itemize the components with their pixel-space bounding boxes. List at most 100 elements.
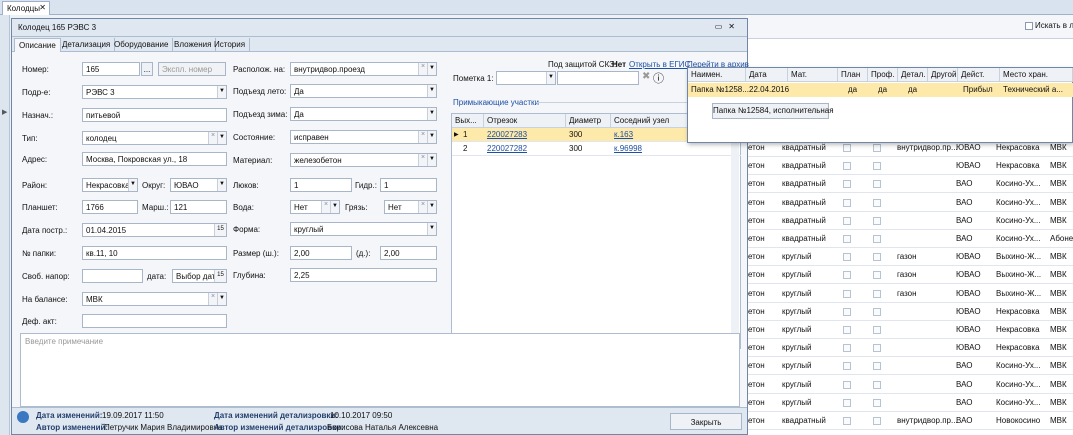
adres-field[interactable]: Москва, Покровская ул., 18: [82, 152, 227, 166]
row-checkbox[interactable]: [873, 144, 881, 152]
balance-select[interactable]: МВК × ▼: [82, 292, 227, 306]
chevron-down-icon[interactable]: ▼: [427, 63, 436, 75]
pop-col-plan[interactable]: План: [838, 68, 868, 82]
chevron-down-icon[interactable]: ▼: [427, 85, 436, 97]
gryazi-select[interactable]: Нет × ▼: [384, 200, 437, 214]
chevron-down-icon[interactable]: ▼: [427, 131, 436, 143]
row-checkbox[interactable]: [843, 417, 851, 425]
segment-link[interactable]: 220027283: [487, 130, 527, 139]
row-checkbox[interactable]: [873, 180, 881, 189]
chevron-down-icon[interactable]: ▼: [427, 201, 436, 213]
table-scrollbar[interactable]: [731, 128, 739, 348]
pop-col-act[interactable]: Дейст.: [958, 68, 1000, 82]
papka-field[interactable]: кв.11, 10: [82, 246, 227, 260]
row-checkbox[interactable]: [843, 162, 851, 171]
razmer-d-field[interactable]: 2,00: [380, 246, 437, 260]
raion-select[interactable]: Некрасовка ▼: [82, 178, 138, 192]
maximize-icon[interactable]: ▭: [715, 22, 729, 31]
tab-2[interactable]: Оборудование: [110, 38, 174, 52]
table-row[interactable]: етон круглый газон ЮВАО Выхино-Ж... МВК: [746, 285, 1073, 303]
expl-number-field[interactable]: Экспл. номер: [158, 62, 226, 76]
raspol-select[interactable]: внутридвор.проезд × ▼: [290, 62, 437, 76]
row-checkbox[interactable]: [873, 235, 881, 243]
row-checkbox[interactable]: [873, 398, 881, 407]
podr-select[interactable]: РЭВС 3 ▼: [82, 85, 227, 99]
chevron-down-icon[interactable]: ▼: [217, 86, 226, 98]
chevron-down-icon[interactable]: ▼: [330, 201, 339, 213]
chevron-down-icon[interactable]: ▼: [217, 132, 226, 144]
leto-select[interactable]: Да ▼: [290, 84, 437, 98]
chevron-down-icon[interactable]: ▼: [217, 293, 226, 305]
razmer-w-field[interactable]: 2,00: [290, 246, 352, 260]
neighbor-link[interactable]: к.96998: [614, 144, 642, 153]
row-checkbox[interactable]: [843, 289, 851, 298]
row-checkbox[interactable]: [873, 162, 881, 171]
row-checkbox[interactable]: [843, 198, 851, 207]
tab-4[interactable]: История: [210, 38, 251, 52]
row-checkbox[interactable]: [873, 216, 881, 225]
row-checkbox[interactable]: [843, 235, 851, 243]
row-checkbox[interactable]: [873, 326, 881, 334]
gidr-field[interactable]: 1: [380, 178, 437, 192]
row-checkbox[interactable]: [873, 198, 881, 207]
row-checkbox[interactable]: [843, 380, 851, 389]
col-header-diameter[interactable]: Диаметр: [566, 114, 611, 128]
chevron-down-icon[interactable]: ▼: [427, 223, 436, 235]
table-row[interactable]: етон квадратный ВАО Косино-Ух... Абоне: [746, 230, 1073, 248]
chevron-down-icon[interactable]: ▼: [546, 72, 555, 84]
row-checkbox[interactable]: [873, 344, 881, 353]
calendar-icon[interactable]: 15: [214, 224, 226, 236]
tab-1[interactable]: Детализация: [58, 38, 116, 52]
note-textarea[interactable]: Введите примечание: [20, 333, 740, 407]
table-row[interactable]: етон круглый газон ЮВАО Выхино-Ж... МВК: [746, 248, 1073, 267]
search-in-list-checkbox[interactable]: [1025, 22, 1033, 30]
napor-field[interactable]: [82, 269, 143, 283]
row-checkbox[interactable]: [873, 271, 881, 280]
table-row[interactable]: етон квадратный ВАО Косино-Ух... МВК: [746, 212, 1073, 230]
row-checkbox[interactable]: [843, 144, 851, 152]
calendar-icon[interactable]: 15: [214, 270, 226, 282]
chevron-down-icon[interactable]: ▼: [128, 179, 137, 191]
pop-col-prof[interactable]: Проф.: [868, 68, 898, 82]
naznach-field[interactable]: питьевой: [82, 108, 227, 122]
nomer-browse-button[interactable]: ...: [141, 62, 153, 76]
mat-select[interactable]: железобетон × ▼: [290, 153, 437, 167]
table-row[interactable]: етон круглый ЮВАО Некрасовка МВК: [746, 303, 1073, 321]
tab-0[interactable]: Описание: [14, 38, 61, 52]
planshet-field[interactable]: 1766: [82, 200, 138, 214]
defakt-field[interactable]: [82, 314, 227, 328]
table-row[interactable]: етон квадратный внутридвор.пр... ВАО Новокос…: [746, 412, 1073, 430]
table-row[interactable]: етон круглый ВАО Косино-Ух... МВК: [746, 376, 1073, 394]
okrug-select[interactable]: ЮВАО ▼: [170, 178, 227, 192]
clear-icon[interactable]: ×: [418, 131, 427, 143]
table-row[interactable]: етон квадратный ЮВАО Некрасовка МВК: [746, 157, 1073, 176]
chevron-down-icon[interactable]: ▼: [427, 154, 436, 166]
clear-icon[interactable]: ×: [418, 201, 427, 213]
segment-link[interactable]: 220027282: [487, 144, 527, 153]
pop-col-other[interactable]: Другой: [928, 68, 958, 82]
table-row[interactable]: етон круглый ЮВАО Некрасовка МВК: [746, 321, 1073, 339]
voda-select[interactable]: Нет × ▼: [290, 200, 340, 214]
row-checkbox[interactable]: [873, 253, 881, 262]
clear-icon[interactable]: ×: [418, 154, 427, 166]
chevron-down-icon[interactable]: ▼: [217, 179, 226, 191]
sost-select[interactable]: исправен × ▼: [290, 130, 437, 144]
row-checkbox[interactable]: [843, 271, 851, 280]
row-checkbox[interactable]: [843, 253, 851, 262]
pometka-text-field[interactable]: [557, 71, 639, 85]
table-row[interactable]: 2 220027282 300 к.96998: [452, 142, 741, 156]
tip-select[interactable]: колодец × ▼: [82, 131, 227, 145]
tab-kolodtsy[interactable]: Колодцы ✕: [2, 1, 50, 15]
table-row[interactable]: етон круглый ВАО Косино-Ух... МВК: [746, 394, 1073, 412]
clear-icon[interactable]: ×: [208, 132, 217, 144]
col-header-vyh[interactable]: Вых...: [452, 114, 484, 128]
table-row[interactable]: етон круглый ВАО Косино-Ух... МВК: [746, 357, 1073, 376]
row-checkbox[interactable]: [873, 380, 881, 389]
pop-col-detal[interactable]: Детал.: [898, 68, 928, 82]
clear-icon[interactable]: ×: [321, 201, 330, 213]
pop-col-place[interactable]: Место хран.: [1000, 68, 1073, 82]
row-checkbox[interactable]: [873, 289, 881, 298]
row-checkbox[interactable]: [843, 216, 851, 225]
close-button[interactable]: Закрыть: [670, 413, 742, 430]
row-checkbox[interactable]: [873, 417, 881, 425]
